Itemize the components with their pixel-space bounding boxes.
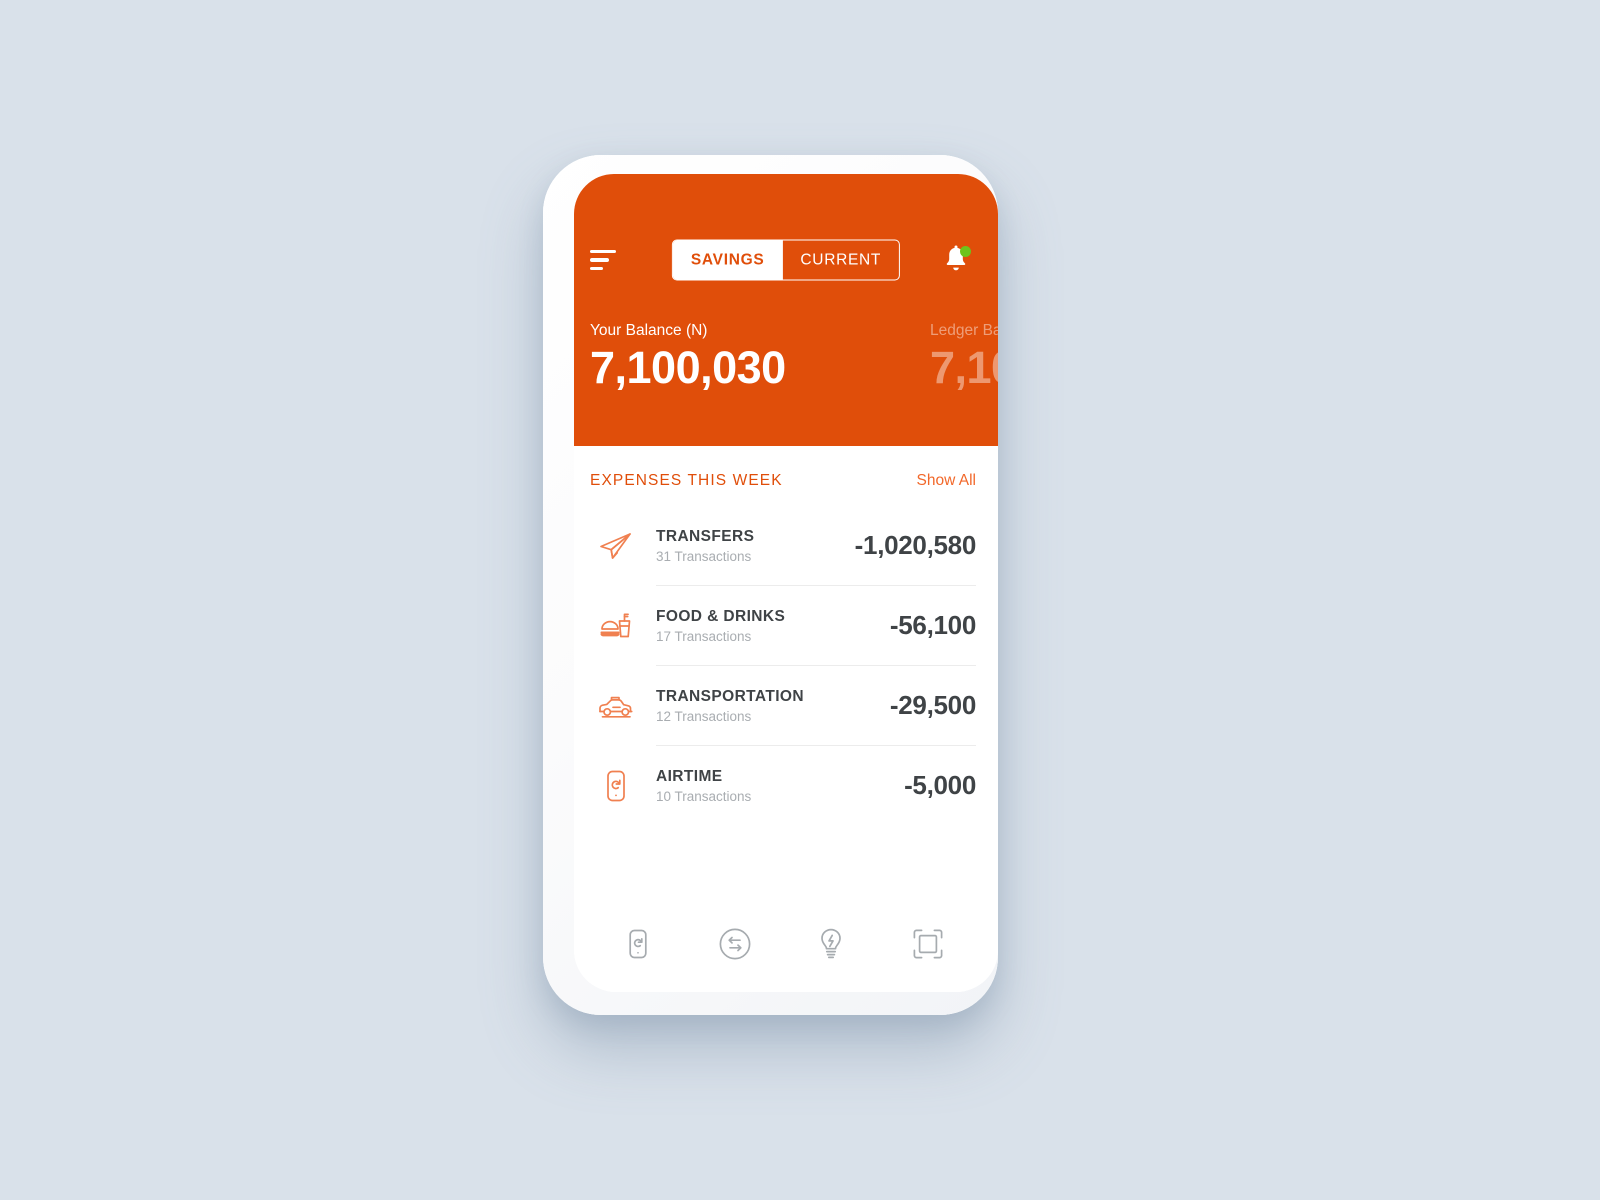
balance-card-ledger: Ledger Balance (N) 7,100,030 bbox=[920, 322, 998, 393]
expense-category-name: TRANSFERS bbox=[656, 528, 755, 546]
nav-item-scan[interactable] bbox=[905, 921, 951, 967]
scan-frame-icon bbox=[913, 929, 943, 959]
balance-card-savings: Your Balance (N) 7,100,030 bbox=[574, 322, 920, 393]
expense-row-airtime[interactable]: AIRTIME 10 Transactions -5,000 bbox=[574, 746, 998, 825]
expense-transaction-count: 17 Transactions bbox=[656, 628, 752, 644]
lightbulb-icon bbox=[821, 928, 842, 959]
expense-amount: -1,020,580 bbox=[854, 530, 977, 560]
expense-amount: -5,000 bbox=[904, 770, 976, 800]
top-bar: SAVINGS CURRENT bbox=[574, 239, 998, 281]
expense-category-name: TRANSPORTATION bbox=[656, 688, 804, 706]
expense-transaction-count: 31 Transactions bbox=[656, 548, 752, 564]
tab-savings[interactable]: SAVINGS bbox=[672, 240, 783, 280]
paper-plane-icon bbox=[590, 525, 642, 567]
bottom-navigation-bar bbox=[574, 918, 998, 970]
expense-amount: -56,100 bbox=[889, 610, 976, 640]
show-all-link[interactable]: Show All bbox=[917, 472, 976, 490]
phone-recharge-icon bbox=[629, 929, 647, 959]
expense-info: AIRTIME 10 Transactions bbox=[642, 767, 904, 803]
expense-transaction-count: 12 Transactions bbox=[656, 708, 752, 724]
expense-row-transportation[interactable]: TRANSPORTATION 12 Transactions -29,500 bbox=[574, 666, 998, 745]
expense-transaction-count: 10 Transactions bbox=[656, 788, 752, 804]
nav-item-airtime[interactable] bbox=[615, 921, 661, 967]
nav-item-transfer[interactable] bbox=[712, 921, 758, 967]
nav-item-insights[interactable] bbox=[808, 921, 854, 967]
hamburger-menu-icon[interactable] bbox=[590, 250, 616, 270]
expense-row-food-and-drinks[interactable]: FOOD & DRINKS 17 Transactions -56,100 bbox=[574, 586, 998, 665]
expense-amount: -29,500 bbox=[889, 690, 976, 720]
expense-info: TRANSPORTATION 12 Transactions bbox=[642, 687, 890, 723]
expense-info: TRANSFERS 31 Transactions bbox=[642, 527, 855, 563]
balance-carousel[interactable]: Your Balance (N) 7,100,030 Ledger Balanc… bbox=[574, 322, 998, 393]
phone-screen: SAVINGS CURRENT Your Balance (N) 7,100,0… bbox=[574, 174, 998, 992]
phone-recharge-icon bbox=[590, 765, 642, 807]
transfer-arrows-circle-icon bbox=[719, 928, 751, 960]
taxi-icon bbox=[590, 685, 642, 727]
menu-line bbox=[590, 266, 603, 270]
burger-drink-icon bbox=[590, 605, 642, 647]
balance-amount: 7,100,030 bbox=[590, 342, 786, 393]
expenses-section-header: EXPENSES THIS WEEK Show All bbox=[574, 446, 998, 490]
expense-category-name: FOOD & DRINKS bbox=[656, 608, 786, 626]
expense-row-transfers[interactable]: TRANSFERS 31 Transactions -1,020,580 bbox=[574, 506, 998, 585]
ledger-balance-amount: 7,100,030 bbox=[930, 342, 998, 393]
menu-line bbox=[590, 258, 609, 262]
phone-device: SAVINGS CURRENT Your Balance (N) 7,100,0… bbox=[543, 155, 998, 1015]
menu-line bbox=[590, 250, 616, 254]
expenses-list: TRANSFERS 31 Transactions -1,020,580 FOO… bbox=[574, 506, 998, 825]
notification-bell-button[interactable] bbox=[942, 245, 971, 275]
expenses-section-title: EXPENSES THIS WEEK bbox=[590, 472, 783, 489]
expense-category-name: AIRTIME bbox=[656, 768, 723, 786]
expense-info: FOOD & DRINKS 17 Transactions bbox=[642, 607, 890, 643]
tab-current[interactable]: CURRENT bbox=[782, 241, 899, 280]
app-header: SAVINGS CURRENT Your Balance (N) 7,100,0… bbox=[574, 174, 998, 446]
content-area: EXPENSES THIS WEEK Show All TRANSFERS 31… bbox=[574, 446, 998, 992]
notification-badge-dot bbox=[960, 246, 971, 257]
balance-label: Your Balance (N) bbox=[590, 322, 708, 339]
ledger-balance-label: Ledger Balance (N) bbox=[930, 322, 998, 339]
account-type-toggle[interactable]: SAVINGS CURRENT bbox=[671, 239, 901, 281]
